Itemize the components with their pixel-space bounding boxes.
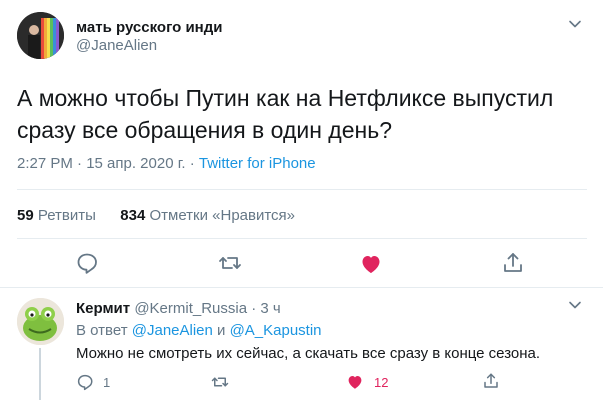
heart-icon[interactable] xyxy=(359,252,383,276)
divider xyxy=(17,238,587,239)
tweet-text: А можно чтобы Путин как на Нетфликсе вып… xyxy=(17,85,554,143)
author-avatar[interactable] xyxy=(17,12,64,59)
chevron-down-icon[interactable] xyxy=(568,17,582,31)
tweet-stats: 59 Ретвиты 834 Отметки «Нравится» xyxy=(17,207,295,224)
reply-header: Кермит @Kermit_Russia · 3 ч xyxy=(76,300,281,317)
kermit-avatar-image xyxy=(17,298,64,345)
thread-line xyxy=(39,348,41,400)
divider xyxy=(17,189,587,190)
chevron-down-icon[interactable] xyxy=(568,298,582,312)
section-divider xyxy=(0,287,603,288)
reply-to-line: В ответ @JaneAlien и @A_Kapustin xyxy=(76,322,322,339)
reply-to-link[interactable]: @JaneAlien xyxy=(132,322,213,339)
author-handle[interactable]: @JaneAlien xyxy=(76,37,157,54)
avatar-image xyxy=(17,12,64,59)
reply-author-handle[interactable]: @Kermit_Russia xyxy=(134,300,247,317)
reply-icon[interactable] xyxy=(75,251,99,275)
author-name[interactable]: мать русского инди xyxy=(76,19,222,36)
reply-author-name[interactable]: Кермит xyxy=(76,300,130,317)
reply-count: 1 xyxy=(103,375,111,390)
retweets-stat[interactable]: 59 Ретвиты xyxy=(17,207,96,224)
reply-time[interactable]: · 3 ч xyxy=(251,300,281,317)
tweet-time[interactable]: 2:27 PM · 15 апр. 2020 г. · xyxy=(17,155,199,172)
share-icon[interactable] xyxy=(482,372,500,390)
share-icon[interactable] xyxy=(501,251,525,275)
retweet-icon[interactable] xyxy=(218,251,242,275)
reply-icon[interactable] xyxy=(76,373,94,391)
tweet-meta: 2:27 PM · 15 апр. 2020 г. · Twitter for … xyxy=(17,155,316,172)
retweet-icon[interactable] xyxy=(211,373,229,391)
heart-icon[interactable] xyxy=(346,373,364,391)
reply-to-link[interactable]: @A_Kapustin xyxy=(230,322,322,339)
reply-text: Можно не смотреть их сейчас, а скачать в… xyxy=(76,345,541,362)
tweet-source[interactable]: Twitter for iPhone xyxy=(199,155,316,172)
reply-author-avatar[interactable] xyxy=(17,298,64,345)
like-count: 12 xyxy=(374,375,389,390)
likes-stat[interactable]: 834 Отметки «Нравится» xyxy=(120,207,295,224)
